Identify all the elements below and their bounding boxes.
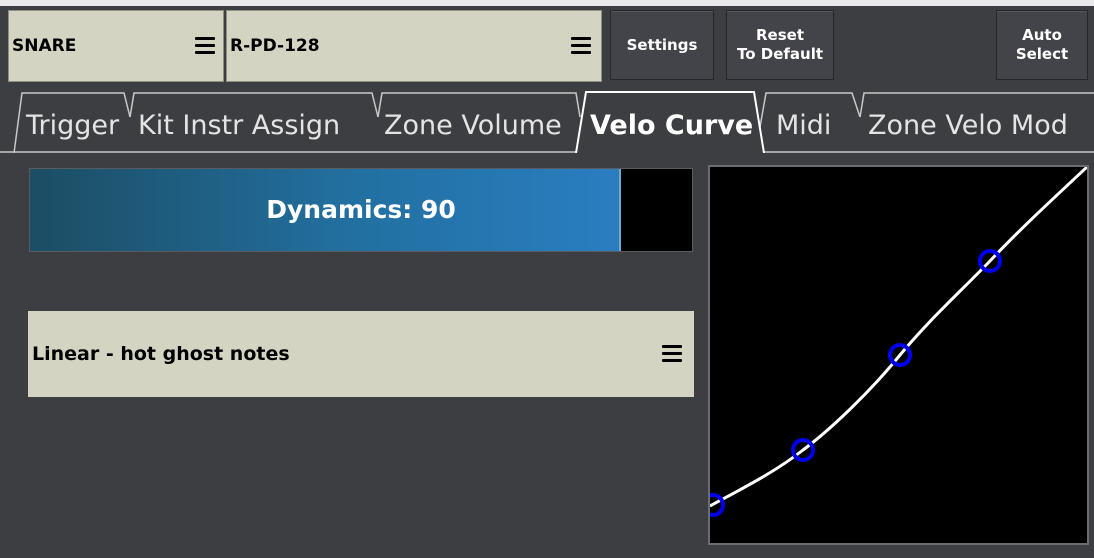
velocity-curve-line xyxy=(710,167,1087,508)
tab-velo-curve[interactable]: Velo Curve xyxy=(590,99,753,153)
auto-select-button[interactable]: Auto Select xyxy=(996,10,1088,80)
auto-select-line2: Select xyxy=(1015,45,1069,63)
velocity-curve-canvas xyxy=(710,167,1087,517)
trigger-select-value: R-PD-128 xyxy=(230,36,320,56)
tab-midi[interactable]: Midi xyxy=(776,99,831,153)
settings-button[interactable]: Settings xyxy=(610,10,714,80)
dynamics-slider-label: Dynamics: 90 xyxy=(266,195,456,224)
tab-kit-instr-assign[interactable]: Kit Instr Assign xyxy=(138,99,340,153)
reset-to-default-button[interactable]: Reset To Default xyxy=(726,10,834,80)
velocity-curve-select-value: Linear - hot ghost notes xyxy=(32,343,290,365)
instrument-select[interactable]: SNARE xyxy=(8,10,224,82)
hamburger-menu-icon xyxy=(662,345,682,363)
tab-zone-volume[interactable]: Zone Volume xyxy=(384,99,562,153)
settings-button-label: Settings xyxy=(626,35,698,54)
hamburger-menu-icon xyxy=(571,37,591,55)
tab-bar: Trigger Kit Instr Assign Zone Volume Vel… xyxy=(0,87,1094,153)
reset-button-line1: Reset xyxy=(756,26,804,44)
velocity-curve-graph[interactable] xyxy=(708,165,1089,545)
reset-button-line2: To Default xyxy=(736,45,824,63)
velocity-curve-select[interactable]: Linear - hot ghost notes xyxy=(28,311,694,397)
tab-trigger[interactable]: Trigger xyxy=(26,99,119,153)
instrument-select-value: SNARE xyxy=(12,36,77,56)
dynamics-slider[interactable]: Dynamics: 90 xyxy=(29,168,693,252)
hamburger-menu-icon xyxy=(195,37,215,55)
auto-select-line1: Auto xyxy=(1022,26,1062,44)
window-top-strip xyxy=(0,0,1094,6)
tab-zone-velo-mod[interactable]: Zone Velo Mod xyxy=(868,99,1068,153)
trigger-select[interactable]: R-PD-128 xyxy=(226,10,602,82)
